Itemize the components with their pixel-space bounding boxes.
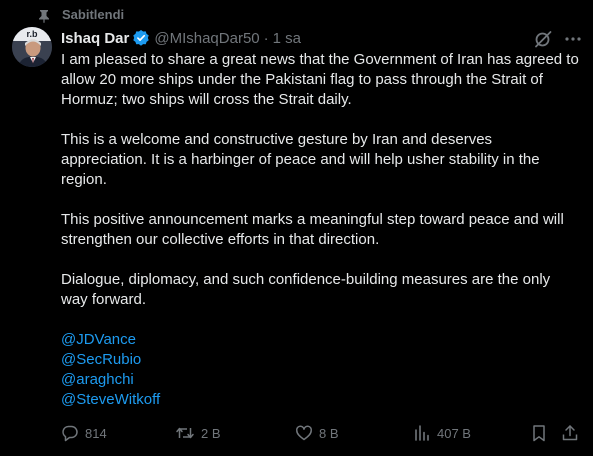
separator-dot: ·: [263, 29, 269, 47]
author-handle[interactable]: @MIshaqDar50: [154, 30, 259, 47]
avatar[interactable]: r.b: [12, 27, 52, 67]
like-count: 8 B: [319, 425, 339, 441]
mention-link[interactable]: @araghchi: [61, 370, 581, 390]
post-header: Ishaq Dar @MIshaqDar50 · 1 sa: [61, 28, 301, 48]
verified-badge-icon[interactable]: [132, 29, 150, 47]
post-paragraph: This positive announcement marks a meani…: [61, 211, 564, 248]
share-icon: [561, 424, 579, 442]
repost-icon: [175, 424, 195, 442]
action-bar: 814 2 B 8 B 407 B: [61, 423, 581, 443]
bookmark-button[interactable]: [530, 423, 548, 443]
post-paragraph: Dialogue, diplomacy, and such confidence…: [61, 271, 551, 308]
reply-count: 814: [85, 425, 107, 441]
mention-link[interactable]: @SecRubio: [61, 350, 581, 370]
share-button[interactable]: [561, 423, 579, 443]
pinned-indicator: [38, 8, 50, 24]
reply-icon: [61, 424, 79, 442]
post-paragraph: I am pleased to share a great news that …: [61, 51, 579, 108]
avatar-text: r.b: [26, 29, 38, 39]
display-name[interactable]: Ishaq Dar: [61, 30, 129, 47]
repost-count: 2 B: [201, 425, 221, 441]
post-card[interactable]: Sabitlendi r.b Ishaq Dar @MIshaqDar50 · …: [0, 0, 593, 456]
repost-button[interactable]: 2 B: [175, 423, 221, 443]
like-icon: [295, 424, 313, 442]
like-button[interactable]: 8 B: [295, 423, 339, 443]
views-button[interactable]: 407 B: [413, 423, 471, 443]
pin-icon: [38, 9, 50, 23]
views-icon: [413, 424, 431, 442]
views-count: 407 B: [437, 425, 471, 441]
reply-button[interactable]: 814: [61, 423, 107, 443]
pinned-label: Sabitlendi: [62, 7, 125, 22]
bookmark-icon: [530, 424, 548, 442]
post-paragraph: This is a welcome and constructive gestu…: [61, 131, 540, 188]
post-timestamp[interactable]: 1 sa: [273, 30, 301, 47]
mention-link[interactable]: @JDVance: [61, 330, 581, 350]
post-text: I am pleased to share a great news that …: [61, 50, 581, 410]
mention-link[interactable]: @SteveWitkoff: [61, 390, 581, 410]
